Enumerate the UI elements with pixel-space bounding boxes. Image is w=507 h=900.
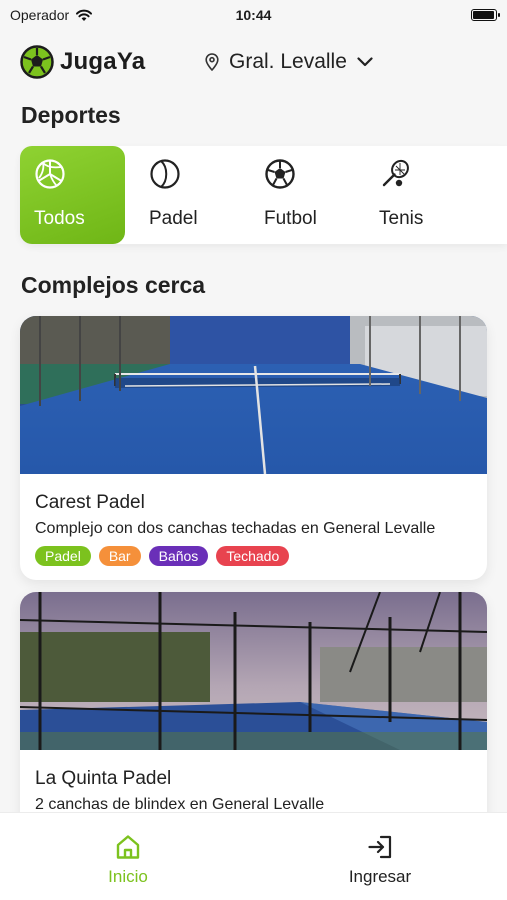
volleyball-icon [35, 159, 65, 189]
sport-label: Todos [34, 208, 85, 229]
login-icon [368, 835, 392, 859]
complex-photo [20, 316, 487, 474]
soccer-ball-icon [265, 159, 295, 189]
sport-filter-padel[interactable]: Padel [135, 146, 240, 244]
complex-name: Carest Padel [35, 492, 145, 513]
location-label: Gral. Levalle [229, 50, 347, 73]
soccer-logo-icon [20, 45, 54, 79]
complex-card[interactable]: Carest Padel Complejo con dos canchas te… [20, 316, 487, 580]
complex-card-body: Carest Padel Complejo con dos canchas te… [20, 474, 487, 580]
sport-label: Padel [149, 208, 198, 229]
sport-filter-futbol[interactable]: Futbol [250, 146, 355, 244]
home-icon [116, 835, 140, 859]
tab-inicio[interactable]: Inicio [68, 833, 188, 887]
status-bar: Operador 10:44 [0, 0, 507, 30]
status-carrier: Operador [10, 7, 93, 23]
app-name: JugaYa [60, 48, 146, 75]
app-logo[interactable]: JugaYa [20, 45, 145, 79]
battery-icon [471, 9, 500, 21]
padel-ball-icon [150, 159, 180, 189]
sports-filter: Todos Padel Futbol Tenis [20, 146, 507, 244]
sport-label: Futbol [264, 208, 317, 229]
complex-name: La Quinta Padel [35, 768, 172, 789]
tag-banos: Baños [148, 546, 209, 566]
wifi-icon [76, 9, 93, 21]
location-selector[interactable]: Gral. Levalle [205, 50, 373, 74]
tab-bar: Inicio Ingresar [0, 812, 507, 900]
carrier-label: Operador [10, 7, 70, 23]
tag-techado: Techado [216, 546, 290, 566]
tag-padel: Padel [35, 546, 91, 566]
tab-label: Ingresar [348, 867, 412, 886]
chevron-down-icon [357, 57, 373, 67]
tab-label: Inicio [108, 867, 148, 886]
sports-section-title: Deportes [21, 102, 121, 128]
sport-filter-tenis[interactable]: Tenis [365, 146, 470, 244]
tennis-racket-icon [382, 159, 409, 187]
app-header: JugaYa Gral. Levalle [20, 40, 487, 84]
complex-photo [20, 592, 487, 750]
tab-ingresar[interactable]: Ingresar [320, 833, 440, 887]
sport-filter-todos[interactable]: Todos [20, 146, 125, 244]
complex-card[interactable]: La Quinta Padel 2 canchas de blindex en … [20, 592, 487, 832]
location-pin-icon [205, 53, 219, 71]
complex-description: Complejo con dos canchas techadas en Gen… [35, 520, 436, 537]
sport-label: Tenis [379, 208, 424, 229]
nearby-section-title: Complejos cerca [21, 272, 206, 298]
complex-tags: Padel Bar Baños Techado [35, 546, 472, 566]
battery-fill [473, 11, 494, 19]
tag-bar: Bar [98, 546, 141, 566]
